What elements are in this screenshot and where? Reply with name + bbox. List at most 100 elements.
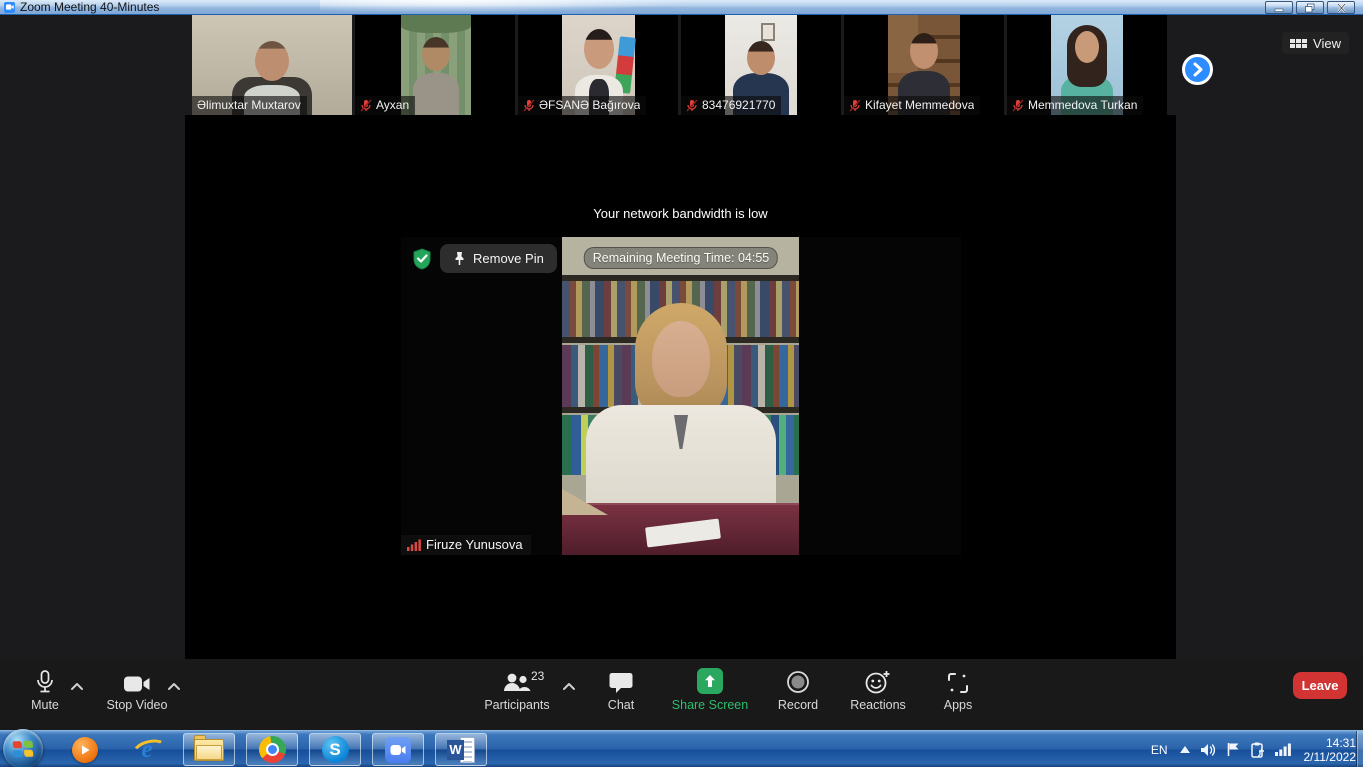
pinned-speaker-video (562, 237, 799, 555)
chat-bubble-icon (609, 668, 633, 694)
chrome-icon (259, 736, 286, 763)
record-icon (786, 668, 810, 694)
share-screen-label: Share Screen (672, 698, 748, 712)
skype-icon: S (322, 736, 349, 763)
participant-name-chip: Ayxan (355, 96, 415, 115)
participants-count-badge: 23 (531, 669, 544, 683)
remaining-time-pill: Remaining Meeting Time: 04:55 (584, 247, 778, 269)
security-shield-icon[interactable] (412, 248, 432, 270)
participant-name-chip: 83476921770 (681, 96, 781, 115)
microphone-icon (35, 668, 55, 694)
participants-button[interactable]: Participants (476, 668, 558, 712)
remove-pin-button[interactable]: Remove Pin (440, 244, 557, 273)
action-center-flag-icon[interactable] (1226, 742, 1241, 757)
record-button[interactable]: Record (768, 668, 828, 712)
mute-options-chevron[interactable] (70, 682, 84, 691)
folder-icon (194, 739, 224, 761)
participant-name-chip: Kifayet Memmedova (844, 96, 980, 115)
taskbar-clock[interactable]: 14:31 2/11/2022 (1304, 736, 1357, 764)
show-hidden-icons-button[interactable] (1179, 745, 1191, 754)
participant-name: Memmedova Turkan (1028, 98, 1137, 112)
participant-name: ƏFSANƏ Bağırova (539, 98, 640, 112)
participants-label: Participants (484, 698, 549, 712)
stop-video-label: Stop Video (107, 698, 168, 712)
apps-button[interactable]: Apps (928, 668, 988, 712)
tray-time: 14:31 (1304, 736, 1357, 750)
taskbar-chrome-button[interactable] (246, 733, 298, 766)
reactions-smiley-icon (865, 668, 891, 694)
muted-mic-icon (1012, 99, 1024, 112)
word-icon: W (447, 737, 475, 763)
participant-name-chip: Memmedova Turkan (1007, 96, 1143, 115)
close-button[interactable] (1327, 1, 1355, 14)
view-button[interactable]: View (1282, 32, 1349, 54)
minimize-button[interactable] (1265, 1, 1293, 14)
chat-button[interactable]: Chat (591, 668, 651, 712)
taskbar-skype-button[interactable]: S (309, 733, 361, 766)
participants-options-chevron[interactable] (562, 682, 576, 691)
participant-tile[interactable]: 83476921770 (681, 15, 841, 115)
video-camera-icon (123, 668, 151, 694)
taskbar-internet-explorer-icon[interactable]: e (130, 734, 164, 765)
pinned-speaker-tile[interactable]: Remove Pin Remaining Meeting Time: 04:55… (401, 237, 961, 555)
mute-label: Mute (31, 698, 59, 712)
desktop-screen: Zoom Meeting 40-Minutes Your network ban… (0, 0, 1363, 767)
participant-name: Kifayet Memmedova (865, 98, 974, 112)
participant-name: Əlimuxtar Muxtarov (197, 98, 301, 112)
restore-button[interactable] (1296, 1, 1324, 14)
share-screen-icon (697, 668, 723, 694)
participant-tile[interactable]: Memmedova Turkan (1007, 15, 1167, 115)
leave-button[interactable]: Leave (1293, 672, 1347, 699)
muted-mic-icon (360, 99, 372, 112)
next-participants-page-button[interactable] (1182, 54, 1213, 85)
view-button-label: View (1313, 36, 1341, 51)
start-button[interactable] (3, 729, 43, 767)
language-indicator[interactable]: EN (1151, 743, 1168, 757)
volume-icon[interactable] (1200, 743, 1217, 757)
system-tray: EN 14:31 2/11/2022 (1151, 731, 1356, 767)
apps-icon (947, 668, 969, 694)
windows-taskbar: e S W EN (0, 730, 1363, 767)
taskbar-zoom-button[interactable] (372, 733, 424, 766)
reactions-button[interactable]: Reactions (842, 668, 914, 712)
reactions-label: Reactions (850, 698, 906, 712)
network-quality-icon (407, 539, 421, 551)
chevron-right-icon (1191, 62, 1204, 77)
show-desktop-button[interactable] (1356, 731, 1363, 767)
muted-mic-icon (849, 99, 861, 112)
apps-label: Apps (944, 698, 973, 712)
remove-pin-label: Remove Pin (473, 251, 544, 266)
taskbar-explorer-button[interactable] (183, 733, 235, 766)
participant-name-chip: Əlimuxtar Muxtarov (192, 96, 307, 115)
chat-label: Chat (608, 698, 634, 712)
meeting-toolbar: Mute Stop Video Participants 23 Chat (0, 659, 1363, 730)
network-signal-icon[interactable] (1275, 743, 1291, 756)
participant-tile[interactable]: Əlimuxtar Muxtarov (192, 15, 352, 115)
windows-logo-icon (13, 741, 34, 758)
participants-icon (502, 668, 532, 694)
mute-button[interactable]: Mute (16, 668, 74, 712)
video-options-chevron[interactable] (167, 682, 181, 691)
pin-icon (453, 251, 466, 266)
zoom-app-icon (4, 2, 15, 13)
taskbar-word-button[interactable]: W (435, 733, 487, 766)
window-title: Zoom Meeting 40-Minutes (20, 0, 159, 14)
participant-name: 83476921770 (702, 98, 775, 112)
safely-remove-hardware-icon[interactable] (1250, 742, 1266, 758)
window-titlebar: Zoom Meeting 40-Minutes (0, 0, 1363, 15)
gallery-view-icon (1290, 39, 1307, 48)
participant-name-chip: ƏFSANƏ Bağırova (518, 96, 646, 115)
participant-tile[interactable]: ƏFSANƏ Bağırova (518, 15, 678, 115)
participant-tile[interactable]: Ayxan (355, 15, 515, 115)
zoom-camera-icon (385, 737, 411, 763)
stop-video-button[interactable]: Stop Video (100, 668, 174, 712)
tray-date: 2/11/2022 (1304, 750, 1357, 764)
share-screen-button[interactable]: Share Screen (666, 668, 754, 712)
taskbar-media-player-icon[interactable] (68, 734, 102, 765)
network-bandwidth-banner: Your network bandwidth is low (185, 206, 1176, 221)
pinned-speaker-name-chip: Firuze Yunusova (401, 535, 531, 555)
participant-tile[interactable]: Kifayet Memmedova (844, 15, 1004, 115)
pinned-speaker-name: Firuze Yunusova (426, 537, 523, 552)
muted-mic-icon (686, 99, 698, 112)
record-label: Record (778, 698, 818, 712)
